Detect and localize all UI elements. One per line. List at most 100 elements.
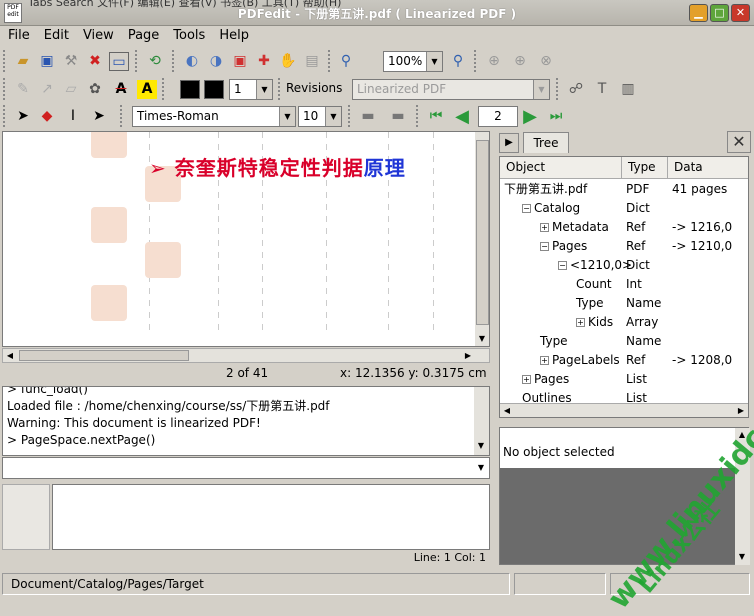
scroll-right-icon[interactable]: ▶ xyxy=(461,349,475,363)
page-number-input[interactable]: 2 xyxy=(478,106,518,127)
fill-color-swatch[interactable] xyxy=(204,80,224,99)
revisions-select[interactable]: Linearized PDF ▼ xyxy=(352,79,550,100)
expand-icon[interactable]: + xyxy=(540,356,549,365)
tree-object-cell[interactable]: − Catalog xyxy=(522,199,580,218)
toolbar-grip[interactable] xyxy=(3,105,9,127)
scroll-right-icon[interactable]: ▶ xyxy=(734,404,748,418)
column-header-object[interactable]: Object xyxy=(500,157,622,179)
tree-object-cell[interactable]: − <1210,0> xyxy=(558,256,632,275)
chevron-down-icon[interactable]: ▼ xyxy=(325,107,341,126)
move-left-icon[interactable]: ▬ xyxy=(358,107,378,126)
menu-view[interactable]: View xyxy=(75,26,120,43)
collapse-icon[interactable]: − xyxy=(522,204,531,213)
eraser-icon[interactable]: ▱ xyxy=(61,80,81,99)
chevron-down-icon[interactable]: ▼ xyxy=(533,80,549,99)
text-strike-icon[interactable]: A xyxy=(111,80,131,99)
column-header-data[interactable]: Data xyxy=(668,157,748,179)
properties-icon[interactable]: ▤ xyxy=(302,52,322,71)
collapse-icon[interactable]: − xyxy=(558,261,567,270)
collapse-icon[interactable]: − xyxy=(540,242,549,251)
toolbar-grip[interactable] xyxy=(3,50,9,72)
toolbar-grip[interactable] xyxy=(162,78,168,100)
horizontal-scrollbar[interactable]: ◀ ▶ xyxy=(2,348,490,363)
zoom-select[interactable]: 100% ▼ xyxy=(383,51,443,72)
expand-icon[interactable]: + xyxy=(522,375,531,384)
toolbar-grip[interactable] xyxy=(556,78,562,100)
text-cursor-icon[interactable]: I xyxy=(63,107,83,126)
scroll-down-icon[interactable]: ▼ xyxy=(474,439,488,453)
tree-object-cell[interactable]: Count xyxy=(576,275,612,294)
console-output[interactable]: > func_load() Loaded file : /home/chenxi… xyxy=(2,386,490,456)
columns-icon[interactable]: ▥ xyxy=(618,80,638,99)
tree-row[interactable]: − Catalog Dict xyxy=(500,199,748,218)
tree-row[interactable]: + Pages List xyxy=(500,370,748,389)
tree-object-cell[interactable]: 下册第五讲.pdf xyxy=(504,180,587,199)
command-input[interactable]: ▼ xyxy=(2,457,490,479)
pencil-icon[interactable]: ✎ xyxy=(13,80,33,99)
tree-row[interactable]: − <1210,0> Dict xyxy=(500,256,748,275)
zoom-in-icon[interactable]: ⚲ xyxy=(448,52,468,71)
annotation-delete-icon[interactable]: ⊗ xyxy=(536,52,556,71)
menu-help[interactable]: Help xyxy=(211,26,255,43)
scroll-down-icon[interactable]: ▼ xyxy=(475,332,489,346)
new-annotation-icon[interactable]: ⊕ xyxy=(484,52,504,71)
reload-icon[interactable]: ⟲ xyxy=(145,52,165,71)
close-file-icon[interactable]: ✖ xyxy=(85,52,105,71)
tree-object-cell[interactable]: + PageLabels xyxy=(540,351,620,370)
last-page-icon[interactable]: ⏭ xyxy=(546,107,566,126)
arrow-line-icon[interactable]: ↗ xyxy=(37,80,57,99)
tree-horizontal-scrollbar[interactable]: ◀ ▶ xyxy=(500,403,748,417)
stroke-color-swatch[interactable] xyxy=(180,80,200,99)
palette-icon[interactable]: ✿ xyxy=(85,80,105,99)
script-editor[interactable] xyxy=(52,484,490,550)
hand-tool-icon[interactable]: ✋ xyxy=(278,52,298,71)
toolbar-grip[interactable] xyxy=(135,50,141,72)
tree-row[interactable]: Type Name xyxy=(500,294,748,313)
chevron-down-icon[interactable]: ▼ xyxy=(256,80,272,99)
line-width-select[interactable]: 1 ▼ xyxy=(229,79,273,100)
tree-object-cell[interactable]: + Pages xyxy=(522,370,569,389)
wrench-icon[interactable]: ⚒ xyxy=(61,52,81,71)
close-panel-icon[interactable]: ✕ xyxy=(727,131,751,153)
close-window-button[interactable]: ✕ xyxy=(731,4,750,22)
scrollbar-thumb[interactable] xyxy=(476,140,489,325)
first-page-icon[interactable]: ⏮ xyxy=(426,107,446,126)
scrollbar-thumb[interactable] xyxy=(19,350,189,361)
tree-object-cell[interactable]: + Kids xyxy=(576,313,613,332)
toolbar-grip[interactable] xyxy=(172,50,178,72)
text-edit-icon[interactable]: T xyxy=(592,80,612,99)
add-page-icon[interactable]: ✚ xyxy=(254,52,274,71)
menu-page[interactable]: Page xyxy=(120,26,165,43)
tree-row[interactable]: Count Int xyxy=(500,275,748,294)
save-icon[interactable]: ▣ xyxy=(37,52,57,71)
link-icon[interactable]: ☍ xyxy=(566,80,586,99)
column-header-type[interactable]: Type xyxy=(622,157,668,179)
scroll-left-icon[interactable]: ◀ xyxy=(500,404,514,418)
prev-page-icon[interactable]: ◀ xyxy=(452,107,472,126)
tree-object-cell[interactable]: Type xyxy=(576,294,604,313)
tree-row[interactable]: Type Name xyxy=(500,332,748,351)
tree-object-cell[interactable]: Type xyxy=(540,332,568,351)
delete-page-icon[interactable]: ▣ xyxy=(230,52,250,71)
font-select[interactable]: Times-Roman ▼ xyxy=(132,106,296,127)
toolbar-grip[interactable] xyxy=(3,78,9,100)
toolbar-grip[interactable] xyxy=(348,105,354,127)
tree-row[interactable]: + Kids Array xyxy=(500,313,748,332)
tree-row[interactable]: 下册第五讲.pdf PDF 41 pages xyxy=(500,180,748,199)
expand-icon[interactable]: + xyxy=(540,223,549,232)
expand-icon[interactable]: + xyxy=(576,318,585,327)
print-icon[interactable]: ▭ xyxy=(109,52,129,71)
tab-tree[interactable]: Tree xyxy=(523,132,569,153)
tree-row[interactable]: + PageLabels Ref -> 1208,0 xyxy=(500,351,748,370)
undo-icon[interactable]: ◐ xyxy=(182,52,202,71)
open-folder-icon[interactable]: ▰ xyxy=(13,52,33,71)
text-highlight-icon[interactable]: A xyxy=(137,80,157,99)
move-right-icon[interactable]: ▬ xyxy=(388,107,408,126)
chevron-down-icon[interactable]: ▼ xyxy=(474,461,488,475)
menu-file[interactable]: File xyxy=(0,26,36,43)
zoom-out-icon[interactable]: ⚲ xyxy=(336,52,356,71)
toolbar-grip[interactable] xyxy=(278,78,284,100)
menu-edit[interactable]: Edit xyxy=(36,26,75,43)
select-object-icon[interactable]: ◆ xyxy=(37,107,57,126)
minimize-button[interactable]: ▁ xyxy=(689,4,708,22)
